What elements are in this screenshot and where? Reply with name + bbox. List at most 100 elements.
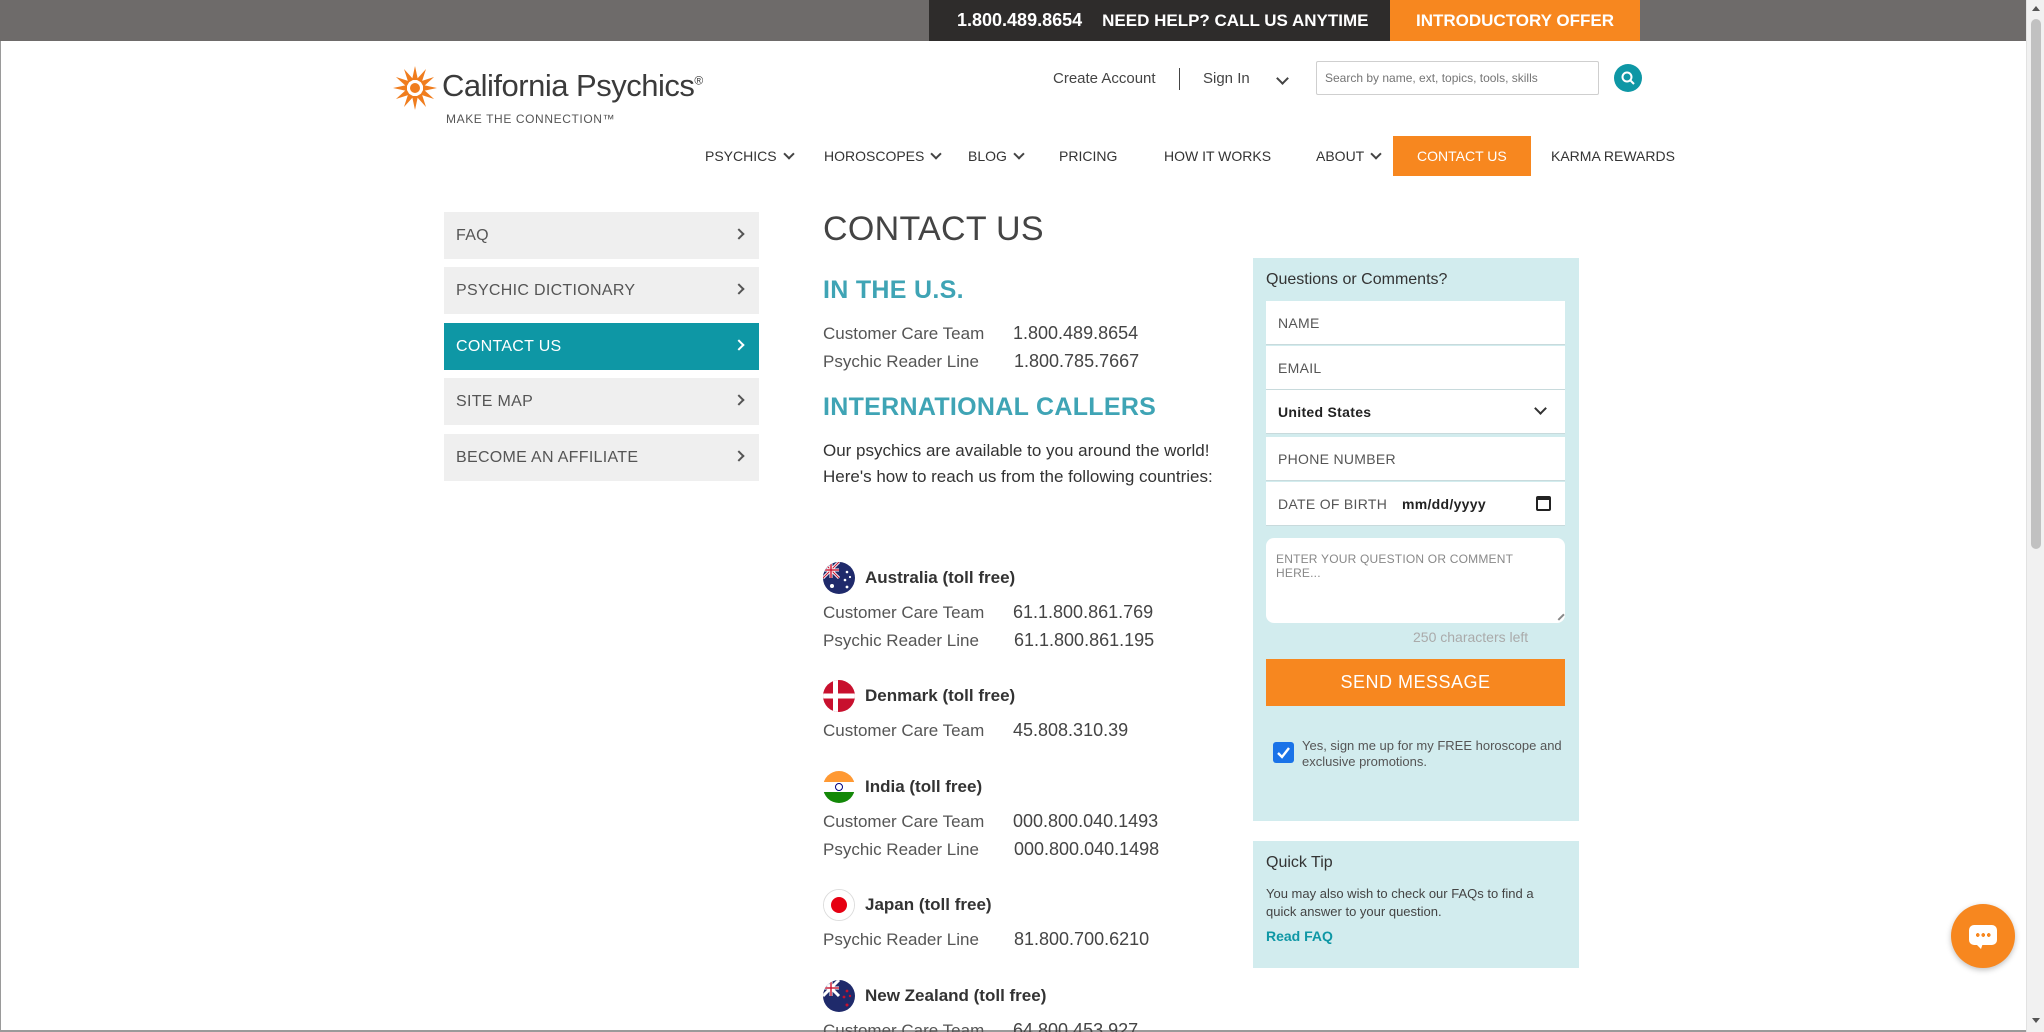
country-india: India (toll free) — [823, 771, 982, 803]
optin-label[interactable]: Yes, sign me up for my FREE horoscope an… — [1302, 738, 1562, 770]
sidebar-item-site-map[interactable]: SITE MAP — [444, 378, 759, 425]
us-customer-care-number[interactable]: 1.800.489.8654 — [1013, 323, 1138, 344]
scrollbar-thumb[interactable] — [2031, 19, 2041, 549]
account-divider — [1179, 68, 1180, 90]
country-denmark: Denmark (toll free) — [823, 680, 1015, 712]
logo-name: California Psychics® — [442, 68, 703, 103]
quick-tip-title: Quick Tip — [1266, 854, 1333, 871]
page-title: CONTACT US — [823, 210, 1044, 248]
denmark-customer-care-number[interactable]: 45.808.310.39 — [1013, 720, 1128, 741]
nav-pricing[interactable]: PRICING — [1059, 136, 1117, 176]
sidebar-item-label: FAQ — [456, 226, 489, 244]
india-customer-care-number[interactable]: 000.800.040.1493 — [1013, 811, 1158, 832]
chevron-down-icon — [1534, 402, 1547, 415]
nav-how-it-works[interactable]: HOW IT WORKS — [1164, 136, 1271, 176]
page-scrollbar[interactable] — [2026, 0, 2044, 1032]
scroll-down-icon[interactable] — [2032, 1018, 2040, 1023]
chevron-down-icon[interactable] — [1276, 72, 1289, 85]
chat-button[interactable] — [1951, 904, 2015, 968]
help-banner[interactable]: 1.800.489.8654 NEED HELP? CALL US ANYTIM… — [929, 0, 1390, 41]
country-name: Japan (toll free) — [865, 895, 992, 914]
dob-label: DATE OF BIRTH — [1278, 495, 1388, 512]
help-phone[interactable]: 1.800.489.8654 — [957, 10, 1082, 31]
chevron-right-icon — [733, 394, 745, 406]
nav-karma-rewards[interactable]: KARMA REWARDS — [1551, 136, 1675, 176]
help-text: NEED HELP? CALL US ANYTIME — [1102, 10, 1369, 30]
chat-icon-tail — [1975, 943, 1983, 949]
sidebar-item-psychic-dictionary[interactable]: PSYCHIC DICTIONARY — [444, 267, 759, 314]
phone-field[interactable]: PHONE NUMBER — [1266, 437, 1565, 481]
india-customer-care-label: Customer Care Team — [823, 812, 985, 831]
sidebar-item-label: SITE MAP — [456, 392, 534, 410]
new-zealand-customer-care-number[interactable]: 64.800.453.927 — [1013, 1020, 1138, 1032]
chevron-down-icon — [930, 148, 943, 160]
country-select[interactable]: United States — [1266, 390, 1565, 434]
country-japan: Japan (toll free) — [823, 889, 992, 921]
nav-horoscopes-label: HOROSCOPES — [824, 148, 925, 164]
name-field[interactable]: NAME — [1266, 301, 1565, 345]
comment-placeholder: ENTER YOUR QUESTION OR COMMENT HERE... — [1276, 552, 1513, 580]
new-zealand-flag-icon — [823, 980, 855, 1012]
top-bar: 1.800.489.8654 NEED HELP? CALL US ANYTIM… — [0, 0, 2044, 41]
australia-reader-line-number[interactable]: 61.1.800.861.195 — [1014, 630, 1154, 651]
dob-field[interactable]: DATE OF BIRTH mm/dd/yyyy — [1266, 482, 1565, 526]
search-input[interactable] — [1316, 61, 1599, 95]
country-new-zealand: New Zealand (toll free) — [823, 980, 1046, 1012]
calendar-icon[interactable] — [1536, 496, 1551, 511]
characters-left: 250 characters left — [1413, 629, 1529, 645]
australia-reader-line-label: Psychic Reader Line — [823, 631, 979, 650]
introductory-offer-button[interactable]: INTRODUCTORY OFFER — [1390, 0, 1640, 41]
japan-reader-line-label: Psychic Reader Line — [823, 930, 979, 949]
australia-flag-icon — [823, 562, 855, 594]
logo-star-icon — [393, 66, 437, 110]
nav-psychics[interactable]: PSYCHICS — [705, 136, 795, 176]
country-name: India (toll free) — [865, 777, 983, 796]
search-button[interactable] — [1614, 64, 1642, 92]
us-customer-care-label: Customer Care Team — [823, 324, 985, 343]
comment-textarea[interactable]: ENTER YOUR QUESTION OR COMMENT HERE... — [1266, 538, 1565, 623]
form-title: Questions or Comments? — [1266, 271, 1448, 288]
nav-horoscopes[interactable]: HOROSCOPES — [824, 136, 943, 176]
chevron-right-icon — [733, 228, 745, 240]
email-field[interactable]: EMAIL — [1266, 346, 1565, 390]
search-icon — [1621, 71, 1635, 85]
chevron-down-icon — [1370, 148, 1382, 160]
sidebar-item-contact-us[interactable]: CONTACT US — [444, 323, 759, 370]
read-faq-link[interactable]: Read FAQ — [1266, 928, 1333, 944]
nav-how-it-works-label: HOW IT WORKS — [1164, 148, 1272, 164]
india-reader-line-number[interactable]: 000.800.040.1498 — [1014, 839, 1159, 860]
nav-pricing-label: PRICING — [1059, 148, 1118, 164]
sidebar-item-become-an-affiliate[interactable]: BECOME AN AFFILIATE — [444, 434, 759, 481]
japan-reader-line-number[interactable]: 81.800.700.6210 — [1014, 929, 1149, 950]
nav-contact-us[interactable]: CONTACT US — [1393, 136, 1531, 176]
us-reader-line-number[interactable]: 1.800.785.7667 — [1014, 351, 1139, 372]
quick-tip-text: You may also wish to check our FAQs to f… — [1266, 886, 1534, 919]
name-placeholder: NAME — [1278, 314, 1320, 331]
scroll-up-icon[interactable] — [2032, 6, 2040, 11]
india-flag-icon — [823, 771, 855, 803]
optin-checkbox[interactable] — [1273, 742, 1294, 763]
denmark-flag-icon — [823, 680, 855, 712]
chevron-right-icon — [733, 450, 745, 462]
logo-tagline: MAKE THE CONNECTION™ — [446, 112, 616, 126]
country-australia: Australia (toll free) — [823, 562, 1015, 594]
country-name: New Zealand (toll free) — [865, 986, 1047, 1005]
sidebar-item-label: CONTACT US — [456, 337, 562, 355]
sidebar-item-faq[interactable]: FAQ — [444, 212, 759, 259]
sign-in-link[interactable]: Sign In — [1203, 70, 1250, 87]
country-name: Australia (toll free) — [865, 568, 1016, 587]
nav-blog[interactable]: BLOG — [968, 136, 1025, 176]
chevron-right-icon — [733, 283, 745, 295]
nav-about[interactable]: ABOUT — [1316, 136, 1382, 176]
site-logo[interactable]: California Psychics® MAKE THE CONNECTION… — [392, 62, 703, 132]
nav-blog-label: BLOG — [968, 148, 1007, 164]
chevron-down-icon — [782, 148, 795, 160]
country-select-value: United States — [1278, 403, 1372, 420]
window-border-left — [0, 41, 1, 1032]
chevron-down-icon — [1013, 148, 1025, 160]
australia-customer-care-number[interactable]: 61.1.800.861.769 — [1013, 602, 1153, 623]
send-message-button[interactable]: SEND MESSAGE — [1266, 659, 1565, 706]
us-reader-line-label: Psychic Reader Line — [823, 352, 979, 371]
dob-value[interactable]: mm/dd/yyyy — [1402, 496, 1486, 512]
create-account-link[interactable]: Create Account — [1053, 70, 1156, 87]
